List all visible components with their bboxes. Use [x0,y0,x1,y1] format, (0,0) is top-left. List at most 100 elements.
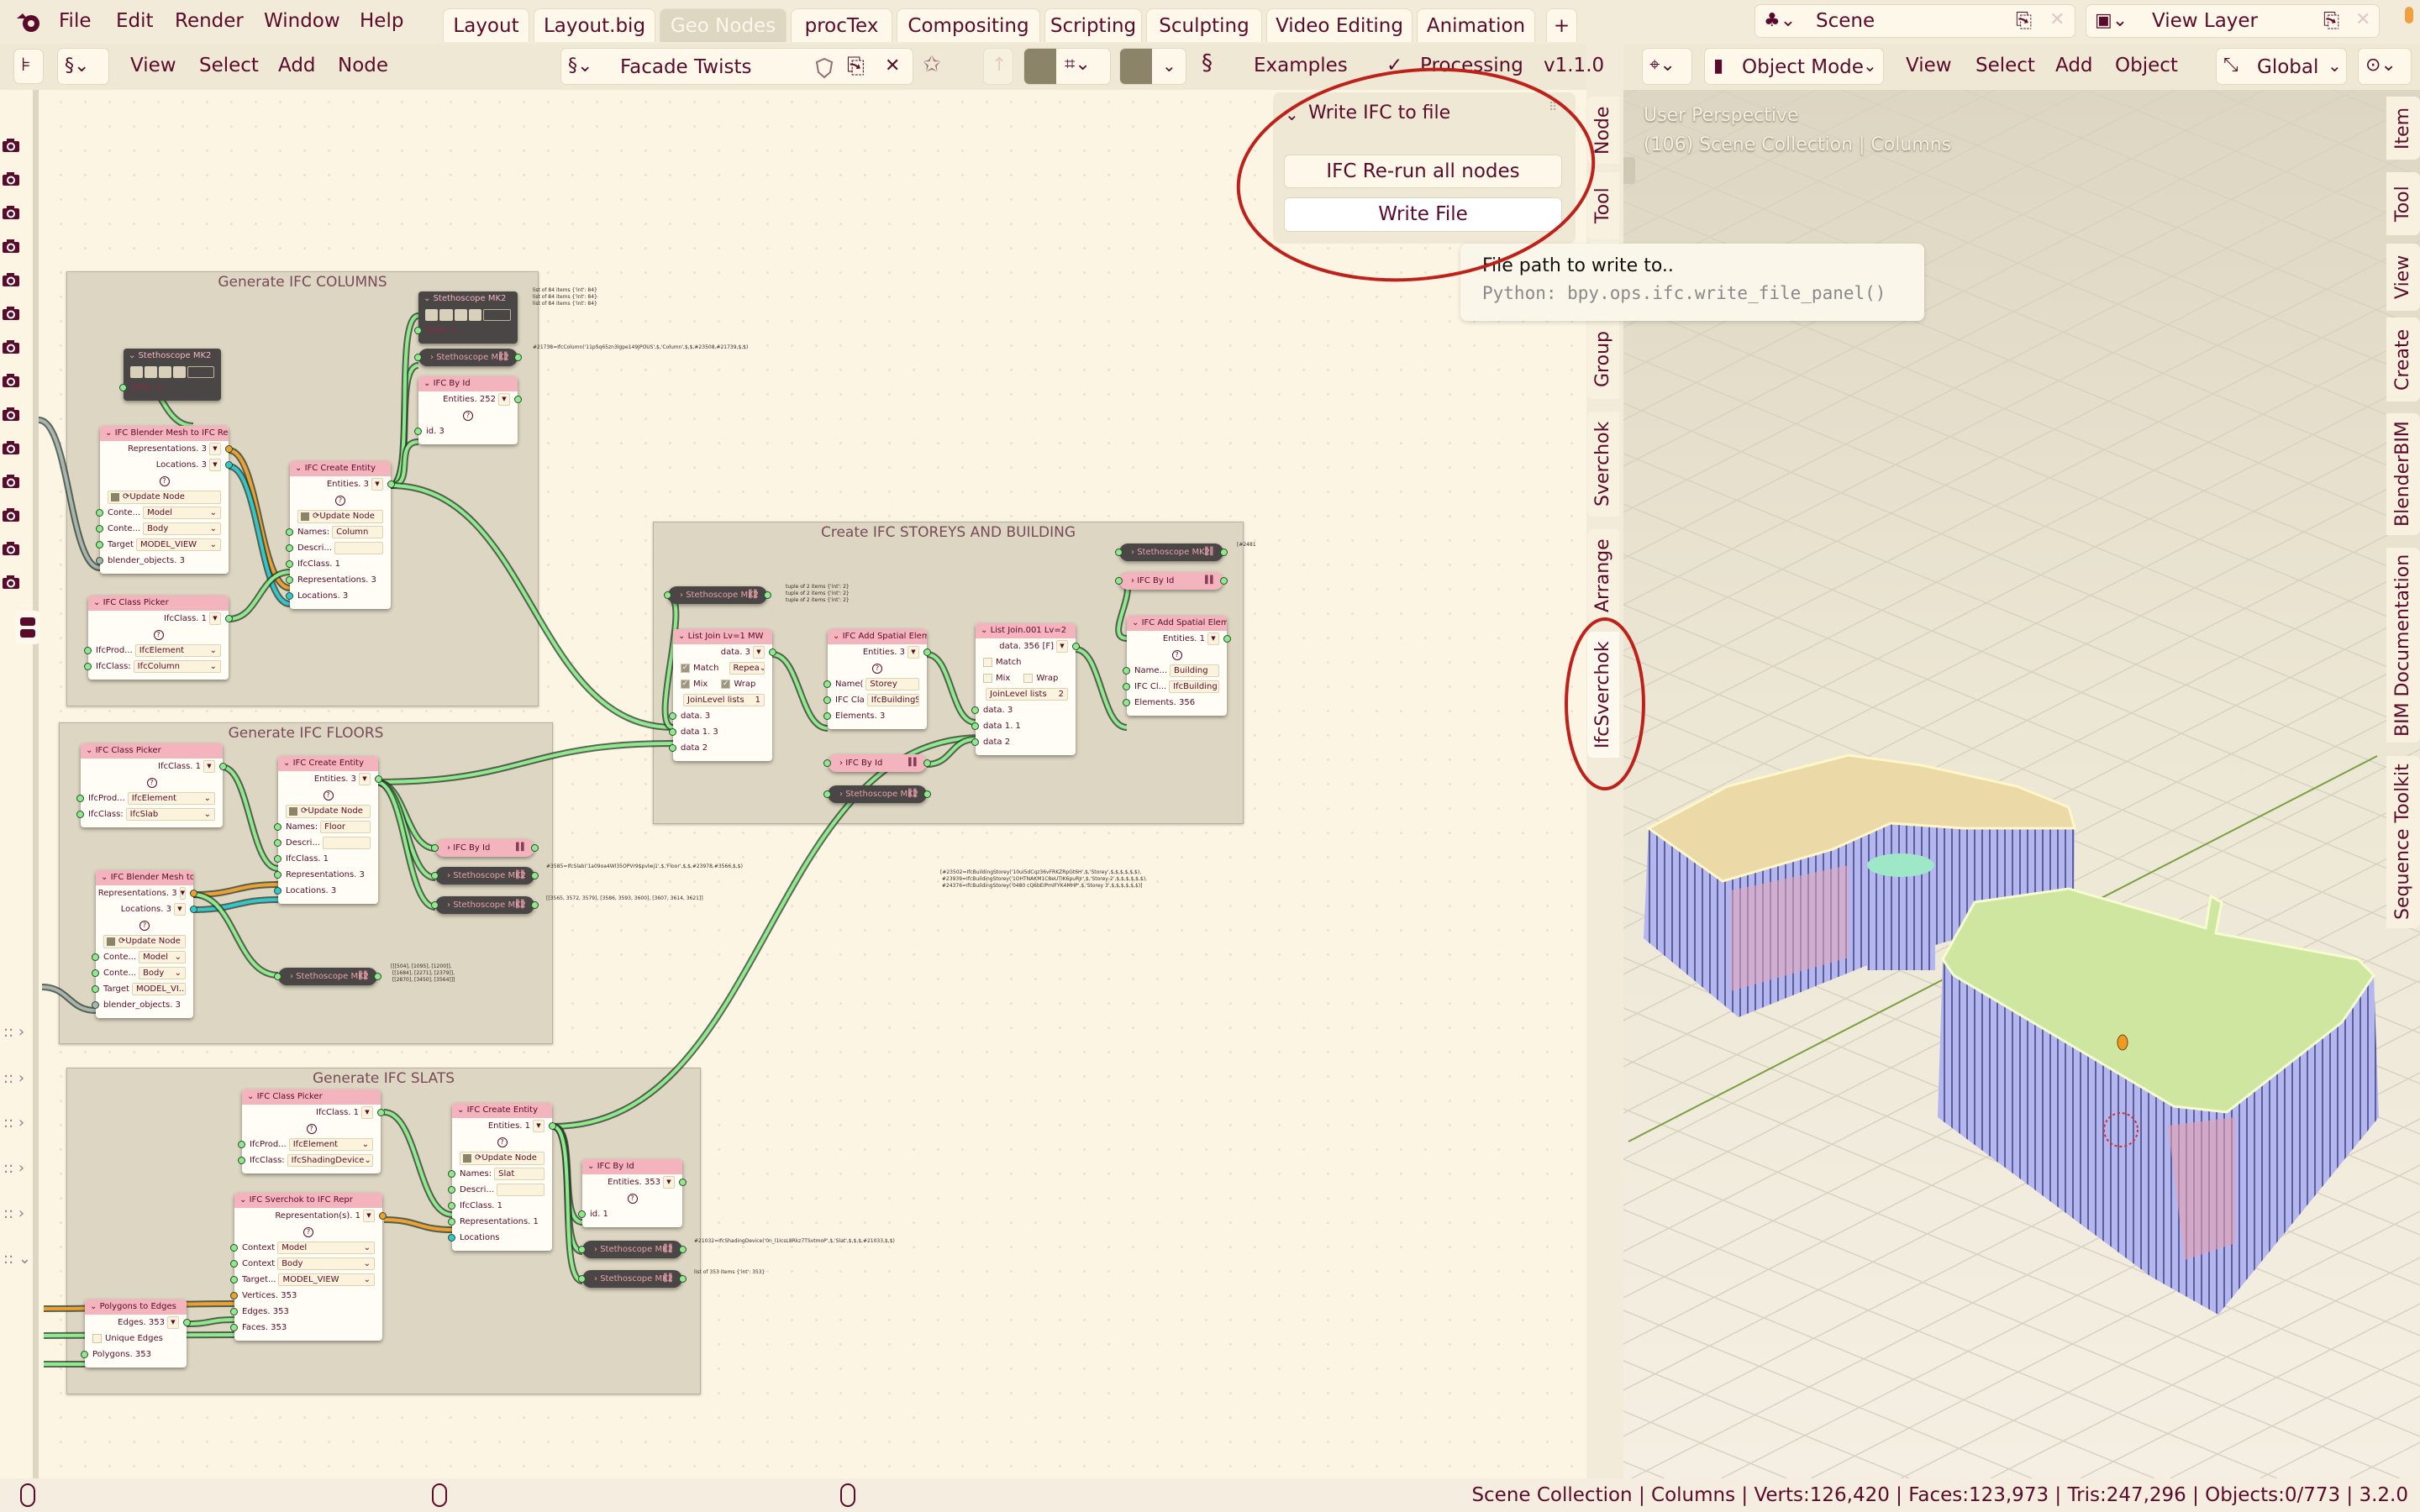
camera-icon[interactable] [3,307,19,320]
node-header[interactable]: ⌄ IFC Class Picker [88,596,229,611]
mode-dropdown[interactable]: ▮ Object Mode ⌄ [1704,48,1884,85]
ifc-by-id-node[interactable]: › IFC By Id ▌▌ [1115,572,1228,590]
enum-dropdown[interactable]: Repea⌄ [729,662,765,675]
node-socket[interactable] [92,985,99,993]
editor-type-dropdown-3d[interactable]: ⌖⌄ [1642,48,1692,85]
help-icon[interactable]: ? [159,475,170,486]
stethoscope-option-icon[interactable] [425,308,439,321]
snap-toggle-icon[interactable] [1024,49,1056,84]
processing-checkbox[interactable]: ✓ [1386,55,1402,76]
node-header[interactable]: ⌄ IFC Class Picker [242,1089,381,1105]
node-socket[interactable] [92,969,99,977]
pause-icon[interactable]: ▌▌ [516,867,527,885]
pause-icon[interactable]: ▌▌ [359,968,370,985]
overlay-dropdown-icon[interactable]: ⌄ [1162,55,1176,76]
node-socket[interactable] [92,953,99,961]
node-header[interactable]: ⌄ Polygons to Edges [85,1299,187,1315]
update-node-button[interactable]: ⟳ Update Node [108,490,221,504]
node-socket[interactable] [923,759,931,767]
menu-node[interactable]: Node [338,55,388,76]
write-file-button[interactable]: Write File [1284,197,1562,232]
stethoscope-mk2-node[interactable]: › Stethoscope MK2 ▌▌ [578,1241,687,1258]
chevron-down-icon[interactable]: ⌄ [833,632,843,641]
node-socket[interactable] [669,744,676,752]
workspace-tab-video-editing[interactable]: Video Editing [1266,8,1413,42]
socket-menu-button[interactable]: ▼ [179,887,186,900]
node-socket[interactable] [225,461,233,469]
viewport-tab-sequence-toolkit[interactable]: Sequence Toolkit [2386,756,2420,928]
node-socket[interactable] [219,763,227,770]
node-socket[interactable] [971,722,979,730]
enum-dropdown[interactable]: IfcElement ⌄ [134,644,221,657]
viewport-tab-create[interactable]: Create [2386,318,2420,402]
pause-icon[interactable]: ▌▌ [1205,572,1216,590]
drag-handle-icon[interactable]: ⠿ [1549,101,1557,114]
ifc-by-id-node[interactable]: › IFC By Id ▌▌ [823,754,931,772]
node-socket[interactable] [823,759,831,767]
node-socket[interactable] [823,790,831,798]
enum-dropdown[interactable]: IfcElement ⌄ [127,792,215,805]
node-socket[interactable] [1223,635,1231,643]
text-field[interactable]: Floor [320,821,371,833]
chevron-right-icon[interactable]: :: › [3,1159,24,1177]
camera-icon[interactable] [3,273,19,286]
node-tree-selector[interactable]: §⌄ Facade Twists ⎘ ✕ [560,48,913,85]
snap-grid-icon[interactable]: ⌗⌄ [1065,54,1091,75]
node-header[interactable]: ⌄ IFC Create Entity [278,756,378,771]
stethoscope-mk2-node[interactable]: › Stethoscope MK2 ▌▌ [274,968,381,985]
node-socket[interactable] [230,1308,238,1315]
node-header[interactable]: ⌄ List Join.001 Lv=2 [976,623,1076,638]
sidebar-tab-ifcsverchok[interactable]: IfcSverchok [1587,632,1619,758]
node-socket[interactable] [448,1170,455,1178]
node-socket[interactable] [431,844,439,852]
chevron-right-icon[interactable]: :: › [3,1205,24,1222]
enum-dropdown[interactable]: IfcColumn ⌄ [133,660,221,673]
pause-icon[interactable]: ▌▌ [516,896,527,914]
node-header[interactable]: ⌄ IFC Sverchok to IFC Repr [234,1193,382,1208]
node-socket[interactable] [431,872,439,879]
enum-dropdown[interactable]: Model ⌄ [277,1242,375,1254]
node-tree-name[interactable]: Facade Twists [620,56,751,78]
node-socket[interactable] [96,525,103,533]
node-socket[interactable] [448,1234,455,1242]
update-node-button[interactable]: ⟳ Update Node [297,509,383,523]
node-socket[interactable] [119,384,127,391]
chevron-down-icon[interactable]: ⌄ [587,1162,597,1171]
editor-type-dropdown[interactable]: §⌄ [57,48,109,85]
pause-icon[interactable]: ▌▌ [499,349,510,366]
enum-dropdown[interactable]: Body ⌄ [277,1257,375,1270]
text-field[interactable]: IfcBuilding [1169,680,1219,693]
chevron-right-icon[interactable]: :: › [3,1023,24,1041]
chevron-down-icon[interactable]: ⌄ [1132,618,1142,627]
enum-dropdown[interactable]: MODEL_VIEW ⌄ [135,538,221,551]
help-icon[interactable]: ? [872,663,882,674]
node-socket[interactable] [1123,683,1130,690]
stethoscope-mk2-node[interactable]: › Stethoscope MK2 ▌▌ [664,586,771,604]
node-socket[interactable] [549,1122,556,1130]
node-socket[interactable] [448,1186,455,1194]
sidebar-tab-group[interactable]: Group [1587,319,1619,399]
menu-select[interactable]: Select [199,55,259,76]
pause-icon[interactable]: ▌▌ [1205,543,1216,561]
menu-object[interactable]: Object [2115,55,2178,76]
workspace-tab-geo-nodes[interactable]: Geo Nodes [660,8,786,42]
stethoscope-option-icon[interactable] [454,308,467,321]
stethoscope-mk2-node[interactable]: › Stethoscope MK2 ▌▌ [431,896,539,914]
ifc-add-spatial-elemen-node[interactable]: ⌄ IFC Add Spatial ElemenEntities. 1▼?Nam… [1123,616,1231,716]
chevron-down-icon[interactable]: ⌄ [981,626,991,635]
view-layer-name[interactable]: View Layer [2152,10,2258,32]
help-icon[interactable]: ? [627,1193,638,1204]
socket-menu-button[interactable]: ▼ [359,773,371,785]
help-icon[interactable]: ? [306,1123,317,1134]
pin-icon[interactable]: ✩ [923,52,941,77]
enum-dropdown[interactable]: Model ⌄ [143,507,221,519]
pause-icon[interactable]: ▌▌ [664,1241,675,1258]
node-socket[interactable] [923,790,931,798]
menu-view-3d[interactable]: View [1906,55,1952,76]
stethoscope-option-icon[interactable] [173,365,186,378]
transform-orientation-dropdown[interactable]: ⤡ Global ⌄ [2216,48,2347,85]
node-socket[interactable] [81,1351,88,1358]
ifc-by-id-node[interactable]: ⌄ IFC By Id Entities. 353 ▼? id. 1 [578,1159,687,1227]
node-socket[interactable] [679,1275,687,1283]
stethoscope-option-icon[interactable] [187,365,214,378]
